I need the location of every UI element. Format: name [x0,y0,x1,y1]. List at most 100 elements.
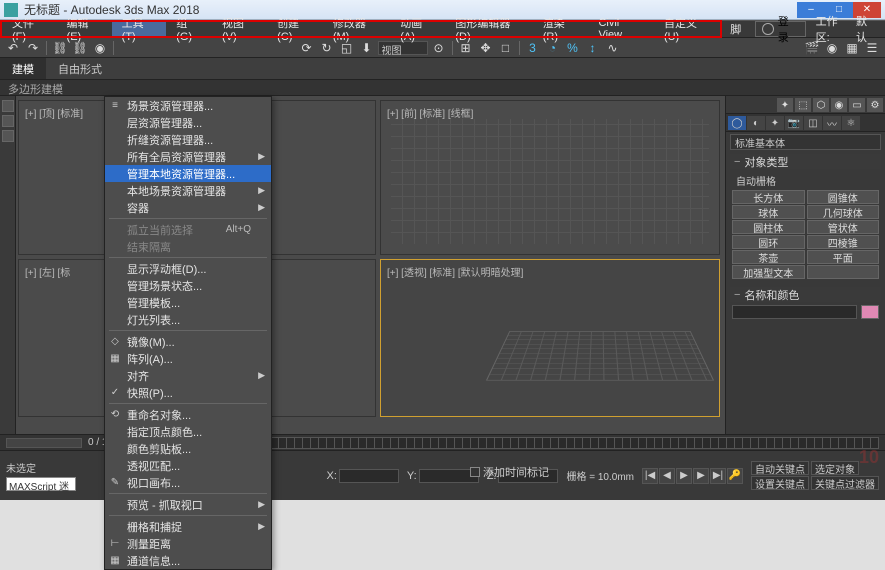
primitive-category[interactable]: 标准基本体 [730,134,881,150]
login-button[interactable]: 登录 [755,21,805,37]
user-icon [762,23,774,35]
prev-frame-button[interactable]: ◀ [659,468,675,484]
menu-item[interactable]: 本地场景资源管理器▶ [105,182,271,199]
coord-y: Y: [407,469,479,483]
play-button[interactable]: ▶ [676,468,692,484]
viewport-front[interactable]: [+] [前] [标准] [线框] [380,100,720,255]
menu-item[interactable]: 灯光列表... [105,311,271,328]
viewport-perspective[interactable]: [+] [透视] [标准] [默认明暗处理] [380,259,720,417]
subcat-shapes[interactable]: ◐ [747,116,765,130]
primitive-button[interactable]: 四棱锥 [807,235,880,249]
primitive-button[interactable]: 球体 [732,205,805,219]
menu-item[interactable]: 透视匹配... [105,457,271,474]
menu-item[interactable]: ⊢测量距离 [105,535,271,552]
menu-tools[interactable]: 工具(T) [112,21,167,37]
maxscript-listener[interactable]: MAXScript 迷 [6,477,76,491]
menu-item[interactable]: 管理本地资源管理器... [105,165,271,182]
menu-item[interactable]: ✓快照(P)... [105,384,271,401]
subcat-space[interactable]: 〰 [823,116,841,130]
primitive-button[interactable]: 圆环 [732,235,805,249]
primitive-button [807,265,880,279]
menu-item[interactable]: 显示浮动框(D)... [105,260,271,277]
gutter-btn[interactable] [2,115,14,127]
menu-item[interactable]: ≡场景资源管理器... [105,97,271,114]
tools-dropdown: ≡场景资源管理器...层资源管理器...折缝资源管理器...所有全局资源管理器▶… [104,96,272,570]
autokey-button[interactable]: 自动关键点 [751,461,809,475]
menu-item[interactable]: 折缝资源管理器... [105,131,271,148]
menu-item[interactable]: ▦阵列(A)... [105,350,271,367]
menu-civilview[interactable]: Civil View [588,21,654,37]
menu-create[interactable]: 创建(C) [267,21,323,37]
menu-item[interactable]: ▦通道信息... [105,552,271,569]
menu-edit[interactable]: 编辑(E) [57,21,112,37]
menu-file[interactable]: 文件(F) [2,21,57,37]
ribbon-tab-modeling[interactable]: 建模 [0,58,46,79]
cmd-tab-motion[interactable]: ◉ [831,98,847,112]
subcat-cameras[interactable]: 📷 [785,116,803,130]
autogrid-check[interactable]: 自动栅格 [732,172,879,189]
cmd-tab-hierarchy[interactable]: ⬡ [813,98,829,112]
object-name-input[interactable] [732,305,857,319]
subcat-lights[interactable]: ✦ [766,116,784,130]
goto-start-button[interactable]: |◀ [642,468,658,484]
menu-animation[interactable]: 动画(A) [390,21,445,37]
menu-item[interactable]: 管理模板... [105,294,271,311]
primitive-button[interactable]: 长方体 [732,190,805,204]
add-timetag[interactable]: 添加时间标记 [470,464,549,480]
subcat-geometry[interactable]: ◯ [728,116,746,130]
menu-group[interactable]: 组(G) [166,21,212,37]
menu-item[interactable]: ⟲重命名对象... [105,406,271,423]
rollout-namecolor[interactable]: 名称和颜色 [730,287,881,302]
menu-item[interactable]: 栅格和捕捉▶ [105,518,271,535]
primitive-button[interactable]: 加强型文本 [732,265,805,279]
primitive-button[interactable]: 管状体 [807,220,880,234]
menu-item[interactable]: 容器▶ [105,199,271,216]
menu-item[interactable]: 对齐▶ [105,367,271,384]
menu-item[interactable]: 颜色剪贴板... [105,440,271,457]
rollout-objtype[interactable]: 对象类型 [730,154,881,169]
workspace-label: 工作区: [816,13,850,45]
coord-x-input[interactable] [339,469,399,483]
primitive-button[interactable]: 圆锥体 [807,190,880,204]
primitive-button[interactable]: 几何球体 [807,205,880,219]
time-slider-handle[interactable] [6,438,82,448]
menu-item[interactable]: 层资源管理器... [105,114,271,131]
sel-filter[interactable]: 选定对象 [811,461,859,475]
menu-scripting[interactable]: 脚 [720,21,751,37]
subcat-helpers[interactable]: ◫ [804,116,822,130]
menu-modifiers[interactable]: 修改器(M) [323,21,390,37]
cmd-tab-create[interactable]: ✦ [777,98,793,112]
goto-end-button[interactable]: ▶| [710,468,726,484]
workspace-value[interactable]: 默认 [856,13,877,45]
primitive-button[interactable]: 平面 [807,250,880,264]
gutter-btn[interactable] [2,130,14,142]
curve-icon[interactable]: ∿ [604,40,622,56]
menu-item[interactable]: 管理场景状态... [105,277,271,294]
spinnersnap-icon[interactable]: ↕ [584,40,602,56]
subcat-sys[interactable]: ⚛ [842,116,860,130]
cmd-tab-util[interactable]: ⚙ [867,98,883,112]
viewport-area: [+] [顶] [标准] [+] [前] [标准] [线框] [+] [左] [… [16,96,725,434]
scene-explorer-gutter [0,96,16,434]
object-color-swatch[interactable] [861,305,879,319]
menu-item[interactable]: 指定顶点颜色... [105,423,271,440]
key-mode-button[interactable]: 🔑 [727,468,743,484]
menu-grapheditors[interactable]: 图形编辑器(D) [445,21,532,37]
next-frame-button[interactable]: ▶ [693,468,709,484]
gutter-btn[interactable] [2,100,14,112]
menu-item[interactable]: ✎视口画布... [105,474,271,491]
menu-customize[interactable]: 自定义(U) [654,21,720,37]
menu-item[interactable]: 预览 - 抓取视口▶ [105,496,271,513]
primitive-button[interactable]: 茶壶 [732,250,805,264]
key-filter[interactable]: 关键点过滤器 [811,476,879,490]
menu-views[interactable]: 视图(V) [212,21,267,37]
menu-item[interactable]: ◇镜像(M)... [105,333,271,350]
cmd-tab-modify[interactable]: ⬚ [795,98,811,112]
primitive-button[interactable]: 圆柱体 [732,220,805,234]
ribbon-tab-freeform[interactable]: 自由形式 [46,58,114,79]
snap3-icon[interactable]: 3 [524,40,542,56]
cmd-tab-display[interactable]: ▭ [849,98,865,112]
setkey-button[interactable]: 设置关键点 [751,476,809,490]
menu-item[interactable]: 所有全局资源管理器▶ [105,148,271,165]
menu-rendering[interactable]: 渲染(R) [533,21,589,37]
